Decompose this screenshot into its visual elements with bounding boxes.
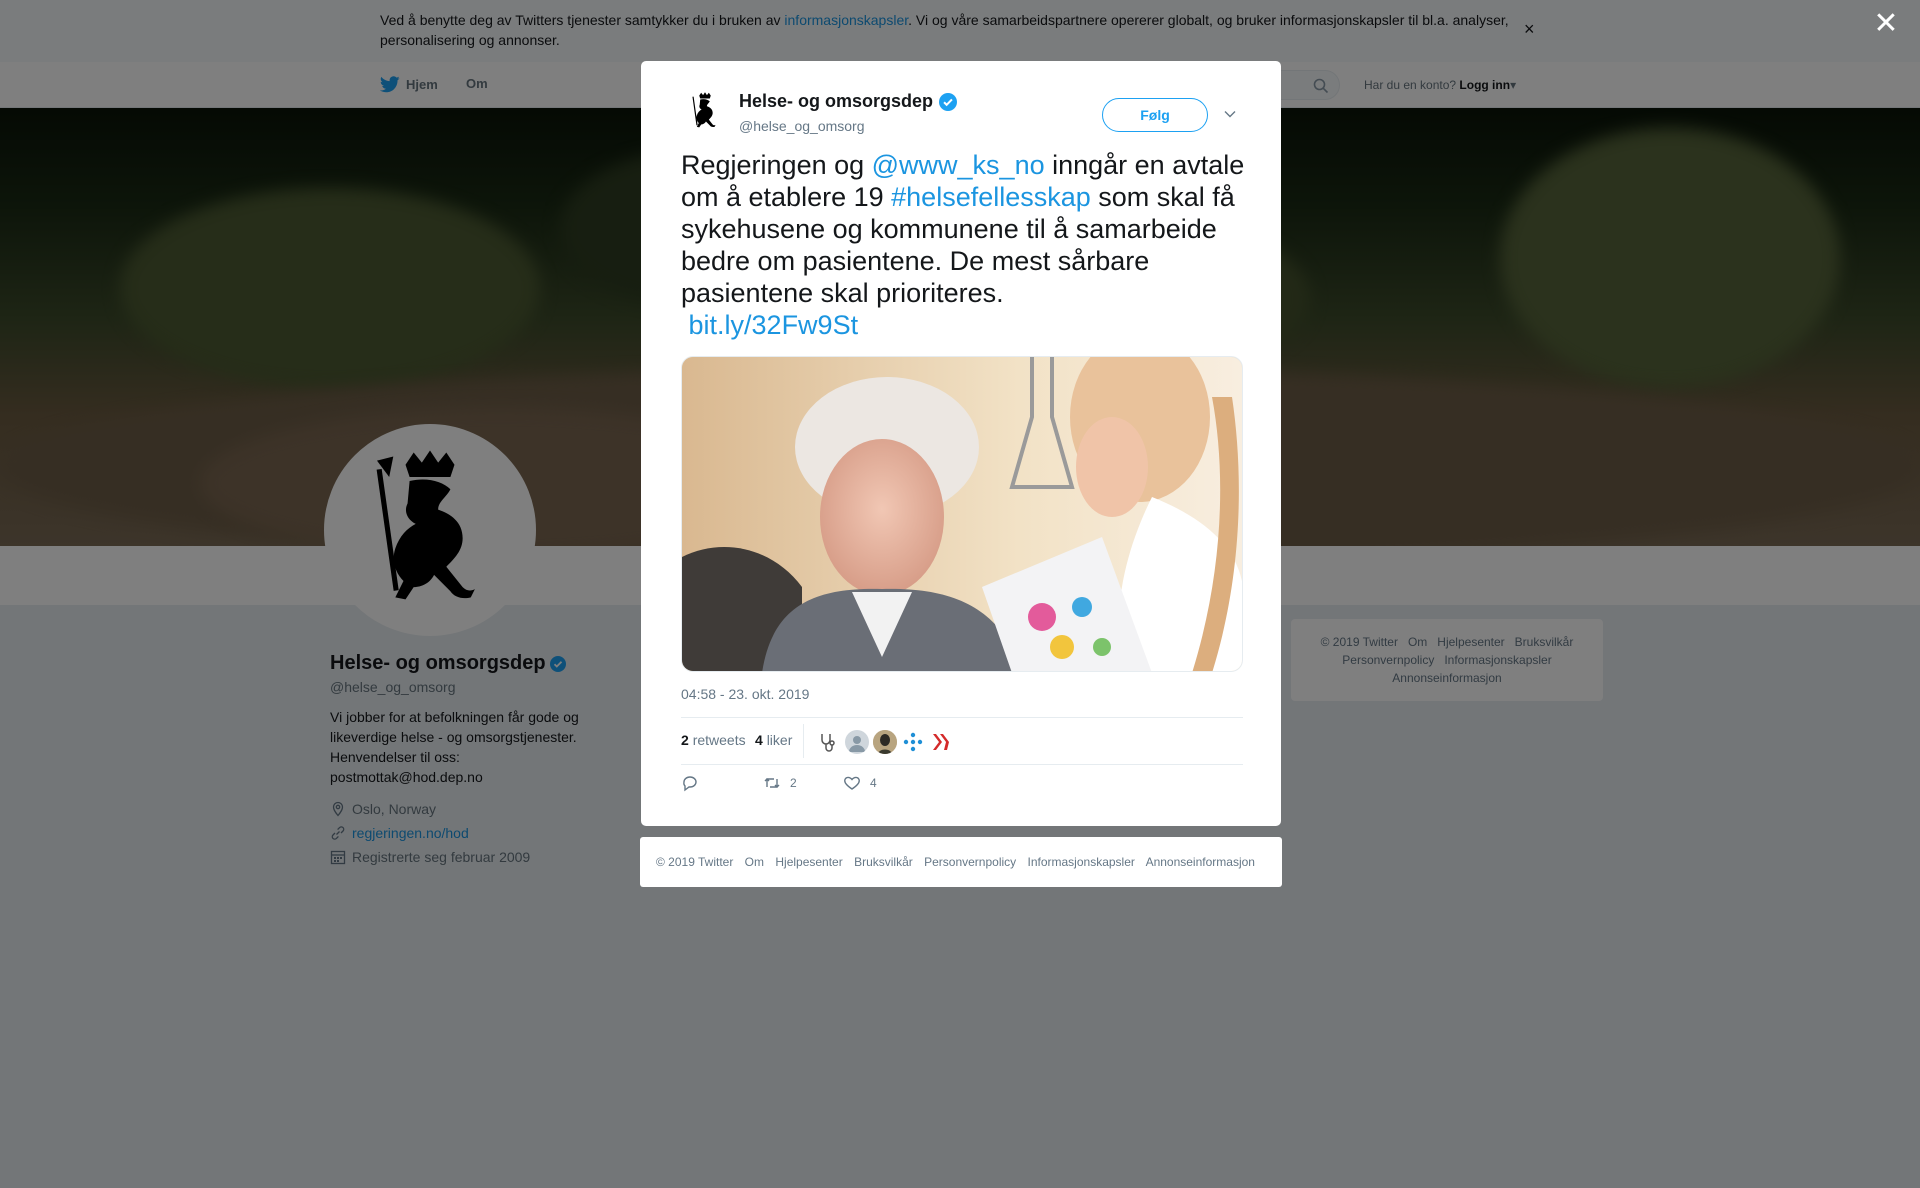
- tweet-author-name-text: Helse- og omsorgsdep: [739, 91, 934, 111]
- retweets-stat[interactable]: 2 retweets: [681, 732, 746, 748]
- retweet-icon: [764, 778, 780, 788]
- retweet-button[interactable]: 2: [763, 774, 797, 792]
- tweet-text-part: Regjeringen og: [681, 150, 872, 180]
- stats-divider: [803, 724, 804, 758]
- heart-icon: [844, 776, 860, 790]
- modal-footer: © 2019 Twitter Om Hjelpesenter Bruksvilk…: [640, 837, 1282, 887]
- footer-cookies-link[interactable]: Informasjonskapsler: [1028, 855, 1135, 869]
- retweets-label: retweets: [692, 732, 746, 748]
- chevron-down-icon[interactable]: [1223, 107, 1237, 121]
- reply-button[interactable]: [681, 774, 708, 792]
- tweet-author-handle[interactable]: @helse_og_omsorg: [739, 118, 865, 134]
- tweet-photo[interactable]: [681, 356, 1243, 672]
- hashtag-link[interactable]: #helsefellesskap: [891, 182, 1091, 212]
- liker-avatar[interactable]: [845, 730, 869, 754]
- coat-of-arms-lion-icon: [692, 92, 716, 128]
- dots-logo-icon: [903, 732, 923, 752]
- likes-stat[interactable]: 4 liker: [755, 732, 792, 748]
- footer-about-link[interactable]: Om: [745, 855, 764, 869]
- liker-avatar[interactable]: [901, 730, 925, 754]
- stethoscope-logo-icon: [821, 734, 835, 752]
- tweet-author-avatar[interactable]: [681, 87, 729, 135]
- like-button[interactable]: 4: [843, 774, 877, 792]
- default-user-icon: [849, 736, 865, 752]
- tweet-author-name[interactable]: Helse- og omsorgsdep: [739, 91, 958, 112]
- user-photo-icon: [873, 730, 897, 754]
- tweet-modal: Helse- og omsorgsdep @helse_og_omsorg Fø…: [641, 61, 1281, 826]
- tweet-text: Regjeringen og @www_ks_no inngår en avta…: [681, 149, 1251, 341]
- footer-help-link[interactable]: Hjelpesenter: [775, 855, 842, 869]
- retweets-count: 2: [681, 732, 689, 748]
- verified-badge-icon: [939, 92, 958, 111]
- red-logo-icon: [933, 734, 949, 750]
- tweet-actions: 2 4: [681, 774, 1243, 804]
- tweet-stats: 2 retweets 4 liker: [681, 717, 1243, 765]
- likes-count: 4: [755, 732, 763, 748]
- reply-icon: [683, 776, 697, 792]
- footer-ads-info-link[interactable]: Annonseinformasjon: [1146, 855, 1255, 869]
- retweet-count: 2: [790, 776, 797, 790]
- tweet-url-link[interactable]: bit.ly/32Fw9St: [689, 310, 859, 340]
- liker-avatar[interactable]: [817, 730, 841, 754]
- liker-avatar[interactable]: [929, 730, 953, 754]
- close-modal-button[interactable]: ✕: [1872, 9, 1900, 39]
- liker-avatar[interactable]: [873, 730, 897, 754]
- mention-link[interactable]: @www_ks_no: [872, 150, 1045, 180]
- follow-button[interactable]: Følg: [1102, 98, 1208, 132]
- footer-privacy-link[interactable]: Personvernpolicy: [924, 855, 1016, 869]
- footer-copyright: © 2019 Twitter: [656, 855, 734, 869]
- nurse-and-patient-photo: [682, 357, 1242, 671]
- like-count: 4: [870, 776, 877, 790]
- tweet-timestamp[interactable]: 04:58 - 23. okt. 2019: [681, 686, 809, 702]
- likes-label: liker: [766, 732, 793, 748]
- footer-terms-link[interactable]: Bruksvilkår: [854, 855, 913, 869]
